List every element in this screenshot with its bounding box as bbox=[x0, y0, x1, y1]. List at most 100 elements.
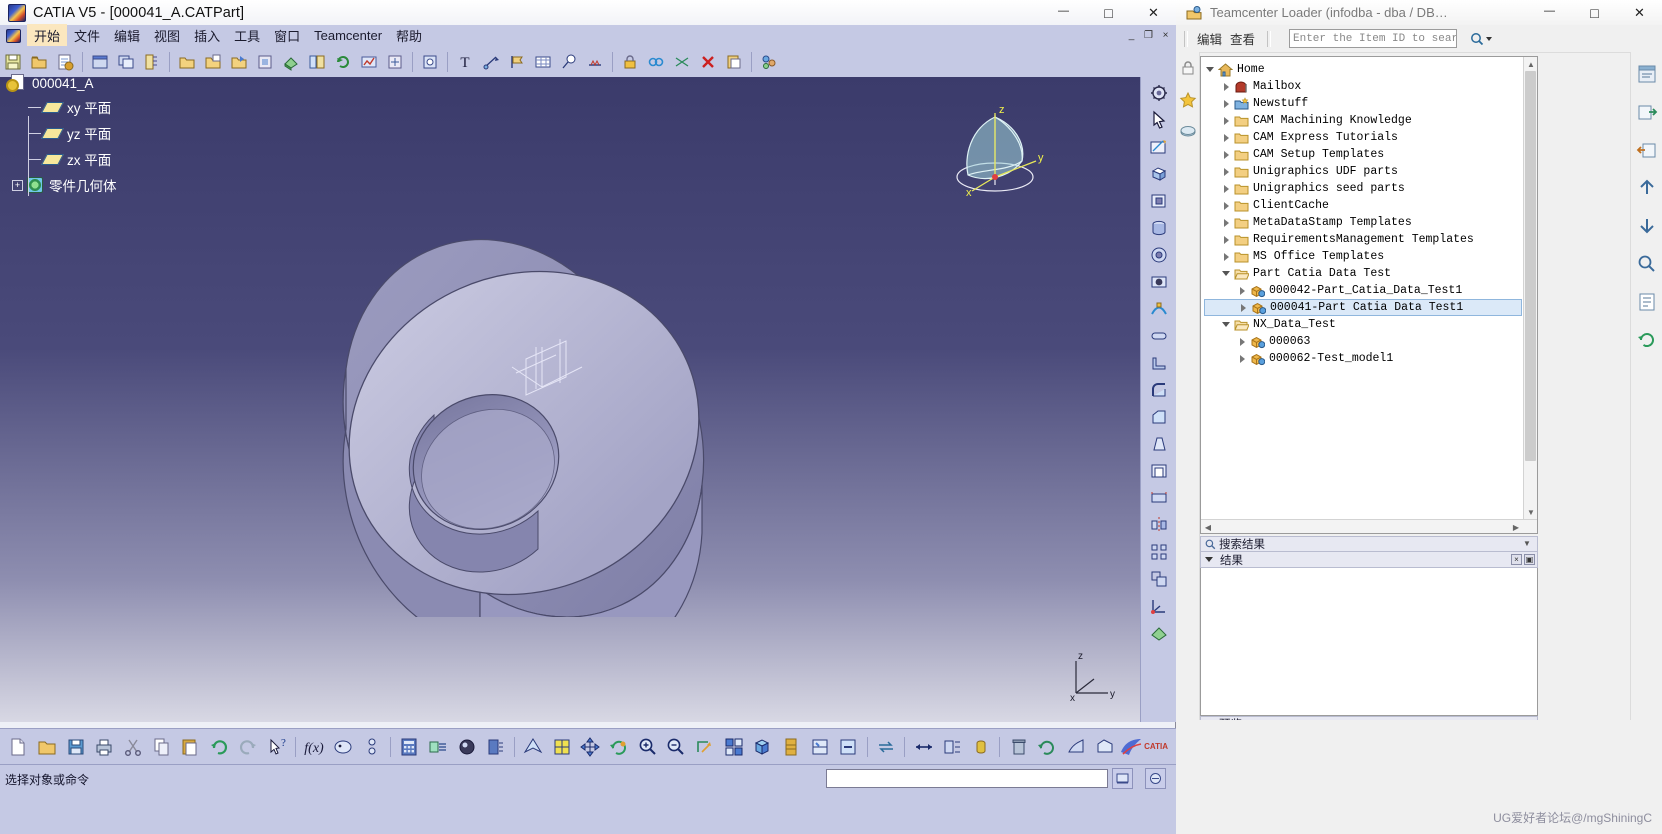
import-icon[interactable] bbox=[1635, 138, 1659, 162]
tree-expand-arrow-icon[interactable] bbox=[1220, 183, 1232, 195]
results-panel-body[interactable] bbox=[1200, 568, 1538, 716]
tree-expand-arrow-icon[interactable] bbox=[1237, 302, 1249, 314]
zoom-in-icon[interactable] bbox=[635, 734, 660, 760]
catia-close-button[interactable] bbox=[1131, 0, 1176, 25]
parameter-icon[interactable] bbox=[359, 734, 384, 760]
copy-window-icon[interactable] bbox=[115, 51, 137, 73]
history-icon[interactable] bbox=[1035, 734, 1060, 760]
toolbar-grip[interactable] bbox=[1184, 30, 1188, 47]
open-folder-icon[interactable] bbox=[28, 51, 50, 73]
window-icon[interactable] bbox=[89, 51, 111, 73]
chamfer-icon[interactable] bbox=[1146, 405, 1172, 429]
save-icon[interactable] bbox=[2, 51, 24, 73]
tc-minimize-button[interactable] bbox=[1527, 0, 1572, 25]
tree-expand-arrow-icon[interactable] bbox=[1220, 115, 1232, 127]
weld-icon[interactable] bbox=[584, 51, 606, 73]
refresh-icon[interactable] bbox=[1635, 328, 1659, 352]
normal-view-icon[interactable] bbox=[549, 734, 574, 760]
results-close-button[interactable]: × bbox=[1511, 554, 1522, 565]
zoom-out-icon[interactable] bbox=[664, 734, 689, 760]
hide-show-icon[interactable] bbox=[836, 734, 861, 760]
teamcenter-tree-panel[interactable]: Home Mailbox Newstuff CAM Machining Knowled… bbox=[1200, 56, 1538, 534]
properties-icon[interactable] bbox=[1635, 290, 1659, 314]
new-document-icon[interactable] bbox=[6, 734, 31, 760]
tree-collapse-arrow-icon[interactable] bbox=[1220, 319, 1232, 331]
scroll-down-arrow[interactable]: ▼ bbox=[1526, 507, 1536, 517]
print-icon[interactable] bbox=[92, 734, 117, 760]
stiffener-icon[interactable] bbox=[1146, 351, 1172, 375]
constraint-icon[interactable] bbox=[671, 51, 693, 73]
tree-item[interactable]: NX_Data_Test bbox=[1204, 316, 1522, 333]
print-preview-icon[interactable] bbox=[254, 51, 276, 73]
tree-expand-arrow-icon[interactable] bbox=[1236, 336, 1248, 348]
scroll-thumb[interactable] bbox=[1525, 71, 1536, 461]
menu-item-view[interactable]: 视图 bbox=[147, 24, 187, 47]
tree-collapse-arrow-icon[interactable] bbox=[1220, 268, 1232, 280]
command-input[interactable] bbox=[826, 769, 1108, 788]
scaling-icon[interactable] bbox=[1146, 567, 1172, 591]
sketcher-icon[interactable] bbox=[1146, 135, 1172, 159]
mdi-restore-button[interactable]: ❐ bbox=[1142, 29, 1155, 42]
tree-vertical-scrollbar[interactable]: ▲ ▼ bbox=[1523, 57, 1537, 533]
trash-icon[interactable] bbox=[1006, 734, 1031, 760]
select-arrow-icon[interactable] bbox=[1146, 108, 1172, 132]
thickness-icon[interactable] bbox=[1146, 486, 1172, 510]
toolbar-grip[interactable] bbox=[1267, 30, 1272, 47]
pad-icon[interactable] bbox=[1146, 162, 1172, 186]
sectioning-icon[interactable] bbox=[1064, 734, 1089, 760]
shell-icon[interactable] bbox=[1146, 459, 1172, 483]
catalog-icon[interactable] bbox=[306, 51, 328, 73]
search-panel-icon[interactable] bbox=[1635, 252, 1659, 276]
redo-icon[interactable] bbox=[236, 734, 261, 760]
search-results-section-header[interactable]: 搜索结果 ▼ bbox=[1200, 536, 1538, 552]
catia-maximize-button[interactable] bbox=[1086, 0, 1131, 25]
paste-icon[interactable] bbox=[178, 734, 203, 760]
scroll-left-arrow[interactable]: ◀ bbox=[1203, 522, 1213, 532]
spec-tree-item-yz-plane[interactable]: yz 平面 bbox=[28, 120, 117, 146]
tree-expand-arrow-icon[interactable] bbox=[1220, 234, 1232, 246]
shaft-icon[interactable] bbox=[1146, 216, 1172, 240]
results-section-header[interactable]: 结果 × ▣ bbox=[1200, 552, 1538, 568]
tree-item[interactable]: CAM Setup Templates bbox=[1204, 146, 1522, 163]
tree-expand-arrow-icon[interactable] bbox=[1220, 200, 1232, 212]
what-is-this-icon[interactable]: ? bbox=[264, 734, 289, 760]
save-as-icon[interactable] bbox=[202, 51, 224, 73]
lock-icon[interactable] bbox=[1178, 58, 1198, 78]
panel-icon[interactable] bbox=[1635, 62, 1659, 86]
upload-icon[interactable] bbox=[1635, 176, 1659, 200]
rotate-icon[interactable] bbox=[607, 734, 632, 760]
fillet-icon[interactable] bbox=[1146, 378, 1172, 402]
draft-icon[interactable] bbox=[1146, 432, 1172, 456]
swap-visible-icon[interactable] bbox=[874, 734, 899, 760]
tc-menu-item-edit[interactable]: 编辑 bbox=[1193, 27, 1226, 50]
menu-item-tools[interactable]: 工具 bbox=[227, 24, 267, 47]
link-icon[interactable] bbox=[645, 51, 667, 73]
tree-item[interactable]: Unigraphics seed parts bbox=[1204, 180, 1522, 197]
tree-item[interactable]: 000042-Part_Catia_Data_Test1 bbox=[1204, 282, 1522, 299]
menu-item-insert[interactable]: 插入 bbox=[187, 24, 227, 47]
annotation-icon[interactable] bbox=[1092, 734, 1117, 760]
section-collapse-icon[interactable]: ▼ bbox=[1523, 539, 1533, 549]
multi-view-icon[interactable] bbox=[721, 734, 746, 760]
fly-mode-icon[interactable] bbox=[521, 734, 546, 760]
lock-param-icon[interactable] bbox=[483, 734, 508, 760]
mirror-icon[interactable] bbox=[1146, 513, 1172, 537]
save-document-icon[interactable] bbox=[63, 734, 88, 760]
tree-collapse-arrow-icon[interactable] bbox=[1204, 64, 1216, 76]
undo-icon[interactable] bbox=[207, 734, 232, 760]
spec-tree-item-zx-plane[interactable]: zx 平面 bbox=[28, 146, 117, 172]
hole-icon[interactable] bbox=[1146, 270, 1172, 294]
tree-item[interactable]: Part Catia Data Test bbox=[1204, 265, 1522, 282]
mdi-close-button[interactable]: × bbox=[1159, 29, 1172, 42]
tree-item[interactable]: Unigraphics UDF parts bbox=[1204, 163, 1522, 180]
tree-item[interactable]: 000062-Test_model1 bbox=[1204, 350, 1522, 367]
pan-icon[interactable] bbox=[578, 734, 603, 760]
tree-expand-arrow-icon[interactable] bbox=[1220, 166, 1232, 178]
update-icon[interactable] bbox=[332, 51, 354, 73]
results-pin-button[interactable]: ▣ bbox=[1524, 554, 1535, 565]
favorites-star-icon[interactable] bbox=[1178, 90, 1198, 110]
assembly-icon[interactable] bbox=[758, 51, 780, 73]
paste-special-icon[interactable] bbox=[723, 51, 745, 73]
copy-icon[interactable] bbox=[149, 734, 174, 760]
rib-icon[interactable] bbox=[1146, 297, 1172, 321]
